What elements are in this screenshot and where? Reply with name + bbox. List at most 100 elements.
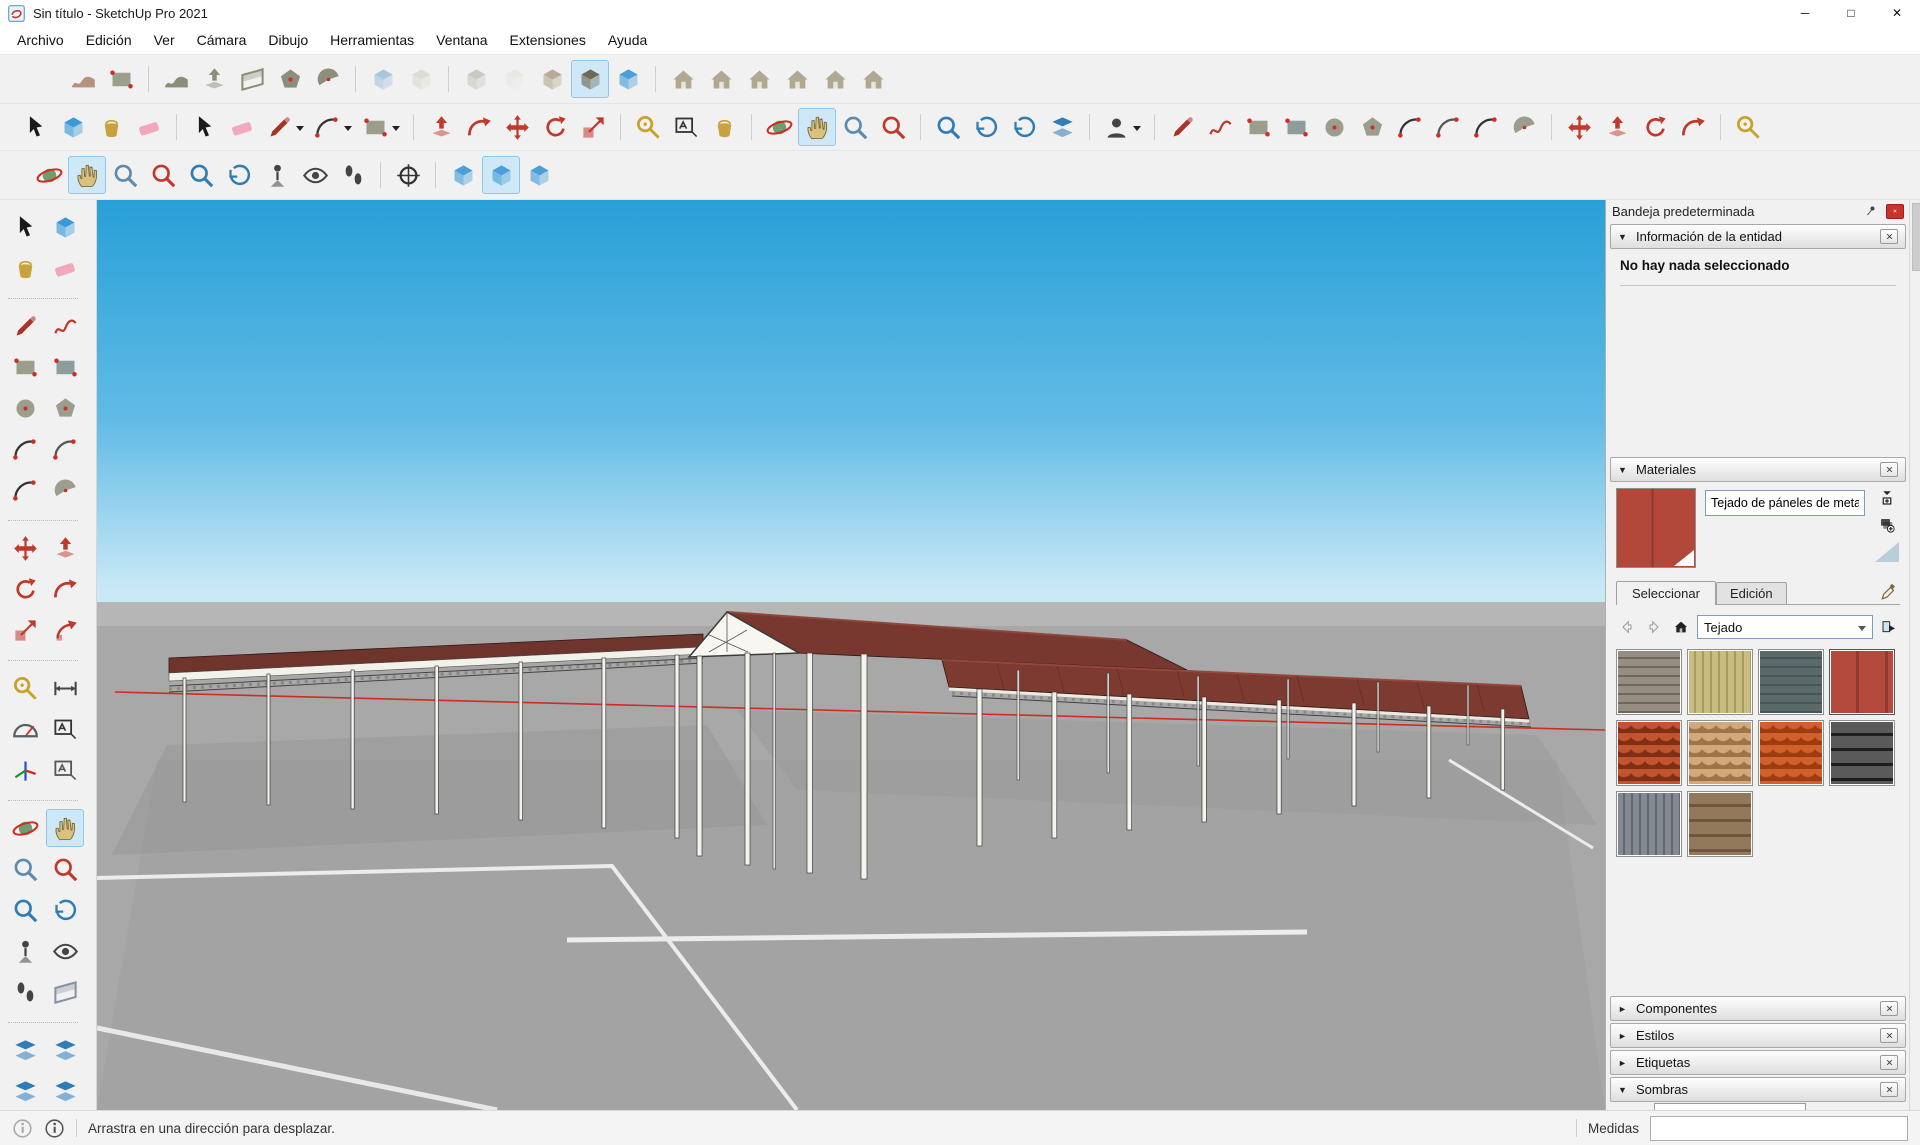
paint-bucket-tool-2[interactable] (705, 108, 743, 146)
style-monochrome[interactable] (609, 60, 647, 98)
circle-tool[interactable] (1315, 108, 1353, 146)
make-component-l[interactable] (46, 208, 84, 246)
orbit-l[interactable] (6, 809, 44, 847)
tape-measure-l[interactable] (6, 669, 44, 707)
section-settings[interactable] (46, 1072, 84, 1110)
material-name-input[interactable] (1705, 490, 1865, 516)
viewport-3d[interactable] (96, 200, 1605, 1110)
zoom-window-cam[interactable] (144, 156, 182, 194)
swatch-tan-shakes[interactable] (1687, 649, 1753, 715)
default-material-sample[interactable] (1875, 542, 1899, 562)
zoom-l[interactable] (6, 850, 44, 888)
rotated-rectangle-l[interactable] (46, 348, 84, 386)
polygon-l[interactable] (46, 389, 84, 427)
view-left[interactable] (854, 60, 892, 98)
eraser-l[interactable] (46, 249, 84, 287)
pie-l[interactable] (46, 471, 84, 509)
zoom-extents-l[interactable] (6, 891, 44, 929)
style-shaded-textures[interactable] (571, 60, 609, 98)
menu-item[interactable]: Archivo (6, 28, 75, 52)
stamp-tool[interactable] (195, 60, 233, 98)
rectangle-l[interactable] (6, 348, 44, 386)
add-detail-tool[interactable] (271, 60, 309, 98)
eraser-tool[interactable] (130, 108, 168, 146)
camera-target[interactable] (389, 156, 427, 194)
menu-item[interactable]: Herramientas (319, 28, 425, 52)
paint-bucket-l[interactable] (6, 249, 44, 287)
pan-l[interactable] (46, 809, 84, 847)
pan-tool[interactable] (798, 108, 836, 146)
tray-close-button[interactable] (1886, 204, 1904, 219)
material-preview[interactable] (1616, 488, 1696, 568)
forward-button[interactable] (1643, 617, 1665, 637)
swatch-orange-scalloped-tile[interactable] (1758, 720, 1824, 786)
minimize-button[interactable]: ─ (1782, 0, 1828, 26)
back-button[interactable] (1616, 617, 1638, 637)
tab-edicion[interactable]: Edición (1716, 582, 1787, 604)
follow-me-tool-2[interactable] (1674, 108, 1712, 146)
menu-item[interactable]: Dibujo (257, 28, 319, 52)
paint-bucket-tool[interactable] (92, 108, 130, 146)
create-material-button[interactable] (1876, 515, 1898, 535)
axes-l[interactable] (6, 751, 44, 789)
section-close-button[interactable] (1880, 462, 1898, 477)
section-plane-l[interactable] (46, 973, 84, 1011)
scale-tool[interactable] (574, 108, 612, 146)
select-tool[interactable] (16, 108, 54, 146)
secondary-pane-button[interactable] (1876, 488, 1898, 508)
scale-l[interactable] (6, 611, 44, 649)
section-header-sombras[interactable]: ▼ Sombras (1610, 1077, 1906, 1102)
styles-toggle[interactable] (1043, 108, 1081, 146)
view-front[interactable] (740, 60, 778, 98)
text-tool[interactable] (667, 108, 705, 146)
style-xray[interactable] (364, 60, 402, 98)
menu-item[interactable]: Edición (75, 28, 143, 52)
zoom-window-tool[interactable] (874, 108, 912, 146)
swatch-rounded-shingles[interactable] (1687, 720, 1753, 786)
view-perspective[interactable] (482, 156, 520, 194)
section-display-fill[interactable] (6, 1072, 44, 1110)
view-top[interactable] (702, 60, 740, 98)
menu-item[interactable]: Extensiones (499, 28, 597, 52)
section-close-button[interactable] (1880, 1001, 1898, 1016)
menu-item[interactable]: Ayuda (597, 28, 658, 52)
view-back[interactable] (816, 60, 854, 98)
push-pull-tool-2[interactable] (1598, 108, 1636, 146)
menu-item[interactable]: Ventana (425, 28, 498, 52)
move-tool-2[interactable] (1560, 108, 1598, 146)
push-pull-l[interactable] (46, 529, 84, 567)
collection-dropdown[interactable]: Tejado (1697, 615, 1873, 639)
in-model-button[interactable] (1670, 617, 1692, 637)
3d-text-l[interactable] (46, 751, 84, 789)
tray-scrollbar[interactable] (1909, 200, 1920, 1110)
eraser-tool-2[interactable] (223, 108, 261, 146)
make-component[interactable] (54, 108, 92, 146)
drape-tool[interactable] (233, 60, 271, 98)
zoom-extents[interactable] (929, 108, 967, 146)
zoom-tool-cam[interactable] (106, 156, 144, 194)
sample-paint-button[interactable] (1878, 582, 1900, 602)
section-header-entity-info[interactable]: ▼ Información de la entidad (1610, 224, 1906, 249)
rectangle-tool-2[interactable] (1239, 108, 1277, 146)
push-pull-tool[interactable] (422, 108, 460, 146)
pie-tool[interactable] (1505, 108, 1543, 146)
section-close-button[interactable] (1880, 1055, 1898, 1070)
section-estilos[interactable]: ► Estilos (1610, 1023, 1906, 1048)
follow-me-tool[interactable] (460, 108, 498, 146)
follow-me-l[interactable] (46, 570, 84, 608)
tape-measure-tool[interactable] (629, 108, 667, 146)
section-display-cuts[interactable] (46, 1031, 84, 1069)
view-right[interactable] (778, 60, 816, 98)
section-close-button[interactable] (1880, 229, 1898, 244)
offset-l[interactable] (46, 611, 84, 649)
line-tool[interactable] (261, 108, 309, 146)
swatch-dark-shingles[interactable] (1829, 720, 1895, 786)
sandbox-from-scratch[interactable] (102, 60, 140, 98)
swatch-gray-shingles[interactable] (1616, 649, 1682, 715)
freehand-tool[interactable] (1201, 108, 1239, 146)
line-tool-l[interactable] (6, 307, 44, 345)
section-componentes[interactable]: ► Componentes (1610, 996, 1906, 1021)
pin-icon[interactable] (1862, 203, 1880, 219)
move-tool[interactable] (498, 108, 536, 146)
view-previous[interactable] (967, 108, 1005, 146)
